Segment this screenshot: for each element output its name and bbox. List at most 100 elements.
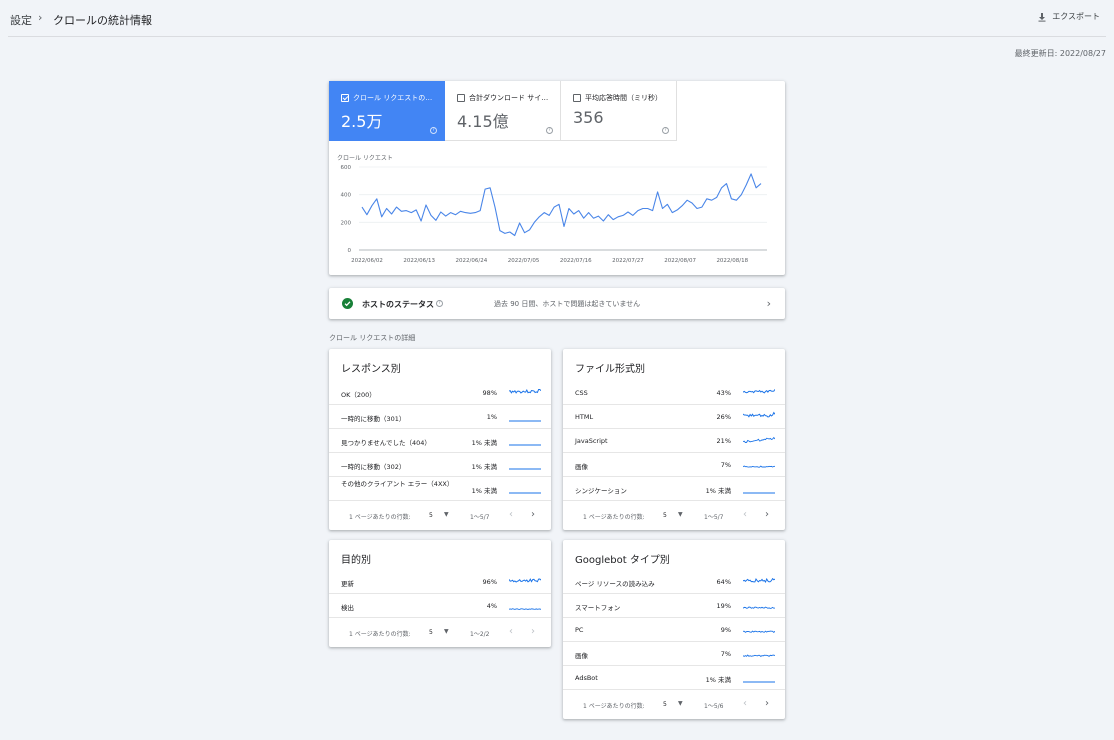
checkbox-icon[interactable] bbox=[457, 94, 465, 102]
table-row[interactable]: CSS 43% bbox=[563, 381, 785, 405]
table-row[interactable]: 一時的に移動（302） 1% 未満 bbox=[329, 453, 551, 477]
help-icon[interactable]: ? bbox=[662, 127, 669, 134]
prev-page-button[interactable]: ‹ bbox=[509, 509, 513, 520]
page-title: クロールの統計情報 bbox=[53, 14, 152, 27]
next-page-button[interactable]: › bbox=[531, 626, 535, 637]
breadcrumb-settings[interactable]: 設定 bbox=[10, 12, 32, 28]
top-bar: 設定 › クロールの統計情報 エクスポート bbox=[0, 0, 1114, 38]
table-row[interactable]: HTML 26% bbox=[563, 405, 785, 429]
rows-per-page-select[interactable]: 5 bbox=[429, 512, 433, 519]
row-label: 更新 bbox=[341, 580, 354, 588]
table-row[interactable]: 一時的に移動（301） 1% bbox=[329, 405, 551, 429]
pagination: 1 ページあたりの行数: 5 ▼ 1～5/6 ‹ › bbox=[563, 692, 785, 716]
table-row[interactable]: ページ リソースの読み込み 64% bbox=[563, 570, 785, 594]
row-percent: 96% bbox=[482, 578, 497, 586]
table-row[interactable]: 見つかりませんでした（404） 1% 未満 bbox=[329, 429, 551, 453]
breakdown-card-filetype: ファイル形式別 CSS 43% HTML 26% JavaScript 21% 画像 7… bbox=[563, 349, 785, 530]
sparkline-path bbox=[509, 578, 541, 583]
host-status-row[interactable]: ホストのステータス ? 過去 90 日間、ホストで問題は起きていません › bbox=[329, 288, 785, 319]
y-tick-label: 0 bbox=[348, 248, 352, 254]
sparkline-path bbox=[743, 465, 775, 468]
pagination: 1 ページあたりの行数: 5 ▼ 1～5/7 ‹ › bbox=[329, 503, 551, 527]
crawl-stats-card: クロール リクエストの… 2.5万 ? 合計ダウンロード サイ… 4.15億 ?… bbox=[329, 81, 785, 275]
caret-down-icon[interactable]: ▼ bbox=[678, 700, 683, 707]
next-page-button[interactable]: › bbox=[531, 509, 535, 520]
sparkline bbox=[743, 389, 775, 394]
prev-page-button[interactable]: ‹ bbox=[743, 509, 747, 520]
table-row[interactable]: シンジケーション 1% 未満 bbox=[563, 477, 785, 501]
row-percent: 7% bbox=[720, 461, 731, 469]
sparkline-path bbox=[509, 608, 541, 610]
row-label: CSS bbox=[575, 389, 588, 397]
sparkline-path bbox=[743, 411, 775, 418]
row-label: ページ リソースの読み込み bbox=[575, 580, 655, 588]
sparkline bbox=[509, 389, 541, 394]
next-page-button[interactable]: › bbox=[765, 698, 769, 709]
rows-per-page-label: 1 ページあたりの行数: bbox=[583, 703, 645, 710]
row-label: 一時的に移動（302） bbox=[341, 463, 406, 471]
table-row[interactable]: その他のクライアント エラー（4XX） 1% 未満 bbox=[329, 477, 551, 501]
help-icon[interactable]: ? bbox=[546, 127, 553, 134]
x-tick-label: 2022/07/27 bbox=[612, 258, 644, 264]
card-title: レスポンス別 bbox=[341, 364, 401, 375]
checkbox-icon[interactable] bbox=[573, 94, 581, 102]
caret-down-icon[interactable]: ▼ bbox=[444, 511, 449, 518]
x-tick-label: 2022/07/05 bbox=[508, 258, 540, 264]
table-row[interactable]: スマートフォン 19% bbox=[563, 594, 785, 618]
card-title: 目的別 bbox=[341, 555, 371, 566]
checkbox-icon[interactable] bbox=[341, 94, 349, 102]
x-tick-label: 2022/06/02 bbox=[351, 258, 383, 264]
table-row[interactable]: OK（200） 98% bbox=[329, 381, 551, 405]
table-row[interactable]: 画像 7% bbox=[563, 642, 785, 666]
next-page-button[interactable]: › bbox=[765, 509, 769, 520]
row-label: その他のクライアント エラー（4XX） bbox=[341, 480, 454, 488]
table-row[interactable]: PC 9% bbox=[563, 618, 785, 642]
chevron-right-icon[interactable]: › bbox=[767, 297, 771, 310]
caret-down-icon[interactable]: ▼ bbox=[444, 628, 449, 635]
export-button[interactable]: エクスポート bbox=[1037, 11, 1100, 22]
sparkline bbox=[743, 681, 775, 683]
metric-response-time[interactable]: 平均応答時間（ミリ秒） 356 ? bbox=[561, 81, 677, 141]
rows-per-page-select[interactable]: 5 bbox=[663, 701, 667, 708]
sparkline-path bbox=[509, 389, 541, 394]
table-row[interactable]: JavaScript 21% bbox=[563, 429, 785, 453]
row-percent: 1% 未満 bbox=[471, 463, 497, 471]
table-row[interactable]: AdsBot 1% 未満 bbox=[563, 666, 785, 690]
help-icon[interactable]: ? bbox=[436, 300, 443, 307]
sparkline bbox=[509, 420, 541, 422]
metric-crawl-requests[interactable]: クロール リクエストの… 2.5万 ? bbox=[329, 81, 445, 141]
table-row[interactable]: 検出 4% bbox=[329, 594, 551, 618]
page-range: 1～5/7 bbox=[704, 514, 724, 521]
prev-page-button[interactable]: ‹ bbox=[743, 698, 747, 709]
sparkline bbox=[509, 492, 541, 494]
row-percent: 1% bbox=[486, 413, 497, 421]
sparkline bbox=[743, 492, 775, 494]
rows-per-page-select[interactable]: 5 bbox=[429, 629, 433, 636]
rows-per-page-label: 1 ページあたりの行数: bbox=[349, 514, 411, 521]
row-percent: 4% bbox=[486, 602, 497, 610]
metric-download-size[interactable]: 合計ダウンロード サイ… 4.15億 ? bbox=[445, 81, 561, 141]
row-label: 一時的に移動（301） bbox=[341, 415, 406, 423]
card-title: ファイル形式別 bbox=[575, 364, 645, 375]
row-label: AdsBot bbox=[575, 674, 598, 682]
section-label: クロール リクエストの詳細 bbox=[329, 334, 416, 342]
download-icon bbox=[1038, 12, 1046, 22]
sparkline-path bbox=[743, 577, 775, 583]
rows-per-page-select[interactable]: 5 bbox=[663, 512, 667, 519]
x-tick-label: 2022/08/07 bbox=[664, 258, 696, 264]
x-tick-label: 2022/06/13 bbox=[403, 258, 435, 264]
row-percent: 1% 未満 bbox=[705, 487, 731, 495]
help-icon[interactable]: ? bbox=[430, 127, 437, 134]
row-percent: 1% 未満 bbox=[471, 439, 497, 447]
row-percent: 9% bbox=[720, 626, 731, 634]
sparkline-path bbox=[743, 436, 775, 443]
check-circle-icon bbox=[342, 298, 353, 309]
prev-page-button[interactable]: ‹ bbox=[509, 626, 513, 637]
page-range: 1～2/2 bbox=[470, 631, 490, 638]
table-row[interactable]: 画像 7% bbox=[563, 453, 785, 477]
metric-value: 2.5万 bbox=[341, 112, 383, 131]
caret-down-icon[interactable]: ▼ bbox=[678, 511, 683, 518]
table-row[interactable]: 更新 96% bbox=[329, 570, 551, 594]
row-percent: 64% bbox=[716, 578, 731, 586]
host-status-title: ホストのステータス bbox=[362, 300, 434, 309]
